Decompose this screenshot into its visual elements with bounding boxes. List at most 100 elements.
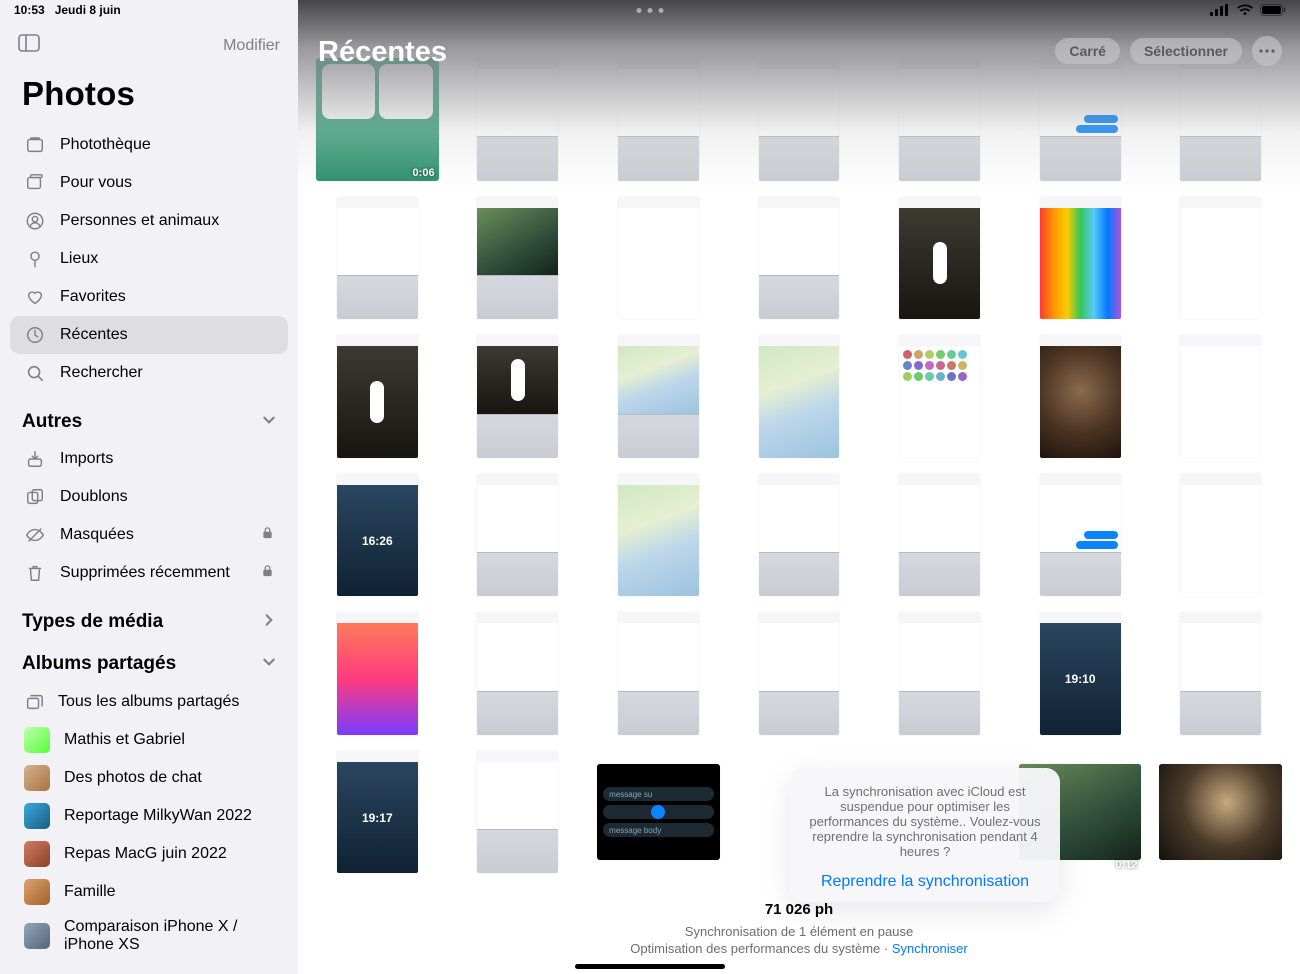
sync-now-link[interactable]: Synchroniser — [892, 941, 968, 956]
sidebar-item-label: Lieux — [60, 250, 98, 268]
photo-thumbnail[interactable] — [738, 197, 861, 320]
album-item-a6[interactable]: Comparaison iPhone X / iPhone XS — [10, 911, 288, 961]
aspect-button[interactable]: Carré — [1055, 38, 1120, 64]
photo-thumbnail[interactable] — [597, 197, 720, 320]
album-item-a5[interactable]: Famille — [10, 873, 288, 911]
album-thumb — [24, 879, 50, 905]
photo-thumbnail[interactable] — [878, 58, 1001, 181]
sidebar-item-search[interactable]: Rechercher — [10, 354, 288, 392]
sidebar-item-label: Récentes — [60, 326, 128, 344]
sync-popover-text: La synchronisation avec iCloud est suspe… — [804, 784, 1046, 859]
photo-thumbnail[interactable] — [316, 197, 439, 320]
album-item-a4[interactable]: Repas MacG juin 2022 — [10, 835, 288, 873]
battery-icon — [1260, 4, 1286, 16]
search-icon — [24, 363, 46, 383]
photo-thumbnail[interactable] — [1019, 197, 1142, 320]
photo-thumbnail[interactable] — [1159, 474, 1282, 597]
photo-count: 71 026 ph — [298, 901, 1300, 918]
photo-thumbnail[interactable] — [878, 474, 1001, 597]
photo-thumbnail[interactable] — [597, 58, 720, 181]
sidebar-item-label: Masquées — [60, 526, 134, 544]
clock-icon — [24, 325, 46, 345]
section-media-types[interactable]: Types de média — [0, 595, 298, 637]
album-thumb — [24, 727, 50, 753]
sidebar-item-imports[interactable]: Imports — [10, 440, 288, 478]
sync-status-line: Synchronisation de 1 élément en pause — [298, 924, 1300, 939]
sidebar-item-label: Personnes et animaux — [60, 212, 219, 230]
photo-thumbnail[interactable] — [1019, 58, 1142, 181]
stack-icon — [24, 692, 44, 712]
photo-thumbnail[interactable] — [457, 612, 580, 735]
photo-thumbnail[interactable] — [738, 612, 861, 735]
lock-icon — [261, 564, 274, 582]
sidebar-item-favorites[interactable]: Favorites — [10, 278, 288, 316]
edit-button[interactable]: Modifier — [223, 37, 280, 55]
photo-thumbnail[interactable] — [1159, 612, 1282, 735]
pin-icon — [24, 249, 46, 269]
album-item-a1[interactable]: Mathis et Gabriel — [10, 721, 288, 759]
chevron-down-icon — [262, 411, 276, 433]
photo-thumbnail[interactable] — [457, 751, 580, 874]
sidebar-toggle-icon[interactable] — [18, 34, 40, 57]
sidebar-item-library[interactable]: Photothèque — [10, 126, 288, 164]
sidebar-item-dups[interactable]: Doublons — [10, 478, 288, 516]
section-shared-albums[interactable]: Albums partagés — [0, 637, 298, 679]
photo-thumbnail[interactable] — [1159, 197, 1282, 320]
photo-thumbnail[interactable] — [457, 197, 580, 320]
photo-thumbnail[interactable] — [1019, 335, 1142, 458]
trash-icon — [24, 563, 46, 583]
page-title: Récentes — [318, 36, 447, 69]
resume-sync-button[interactable]: Reprendre la synchronisation — [804, 873, 1046, 891]
home-indicator[interactable] — [575, 964, 725, 969]
album-label: Repas MacG juin 2022 — [64, 845, 227, 863]
photo-thumbnail[interactable] — [738, 474, 861, 597]
sidebar-item-places[interactable]: Lieux — [10, 240, 288, 278]
sidebar-item-recents[interactable]: Récentes — [10, 316, 288, 354]
photo-thumbnail[interactable] — [597, 612, 720, 735]
footer: 71 026 ph Synchronisation de 1 élément e… — [298, 901, 1300, 956]
photo-thumbnail[interactable] — [738, 58, 861, 181]
sidebar-item-hidden[interactable]: Masquées — [10, 516, 288, 554]
album-label: Mathis et Gabriel — [64, 731, 185, 749]
photo-thumbnail[interactable] — [738, 335, 861, 458]
photo-thumbnail[interactable] — [878, 197, 1001, 320]
download-icon — [24, 449, 46, 469]
photo-thumbnail[interactable] — [1019, 474, 1142, 597]
video-duration-badge: 0:06 — [413, 167, 435, 179]
wifi-icon — [1236, 4, 1254, 16]
sidebar-item-foryou[interactable]: Pour vous — [10, 164, 288, 202]
photo-thumbnail[interactable] — [878, 335, 1001, 458]
photo-thumbnail[interactable] — [597, 335, 720, 458]
cellular-icon — [1210, 4, 1230, 16]
sidebar-item-people[interactable]: Personnes et animaux — [10, 202, 288, 240]
photo-thumbnail[interactable]: message sumessage body — [597, 751, 720, 874]
album-item-a2[interactable]: Des photos de chat — [10, 759, 288, 797]
album-item-a3[interactable]: Reportage MilkyWan 2022 — [10, 797, 288, 835]
photo-thumbnail[interactable] — [1159, 335, 1282, 458]
photo-thumbnail[interactable]: 19:10 — [1019, 612, 1142, 735]
select-button[interactable]: Sélectionner — [1130, 38, 1242, 64]
photo-thumbnail[interactable] — [1159, 751, 1282, 874]
photo-thumbnail[interactable]: 16:26 — [316, 474, 439, 597]
sidebar-item-label: Imports — [60, 450, 113, 468]
section-other-label: Autres — [22, 411, 82, 433]
photo-thumbnail[interactable]: 19:17 — [316, 751, 439, 874]
sync-detail | optimize-line: Optimisation des performances du système… — [630, 941, 892, 956]
photo-thumbnail[interactable] — [316, 335, 439, 458]
photo-thumbnail[interactable] — [457, 58, 580, 181]
photo-thumbnail[interactable]: 0:06 — [316, 58, 439, 181]
photo-thumbnail[interactable] — [457, 335, 580, 458]
section-other[interactable]: Autres — [0, 395, 298, 437]
album-item-allshared[interactable]: Tous les albums partagés — [10, 683, 288, 721]
album-thumb — [24, 803, 50, 829]
sidebar-item-deleted[interactable]: Supprimées récemment — [10, 554, 288, 592]
album-label: Tous les albums partagés — [58, 693, 239, 711]
photo-thumbnail[interactable] — [316, 612, 439, 735]
main-content: Récentes Carré Sélectionner 0:06 16:26 19:… — [298, 0, 1300, 974]
photo-thumbnail[interactable] — [1159, 58, 1282, 181]
photo-thumbnail[interactable] — [878, 612, 1001, 735]
photo-thumbnail[interactable] — [457, 474, 580, 597]
album-label: Des photos de chat — [64, 769, 202, 787]
photo-thumbnail[interactable] — [597, 474, 720, 597]
more-button[interactable] — [1252, 36, 1282, 66]
